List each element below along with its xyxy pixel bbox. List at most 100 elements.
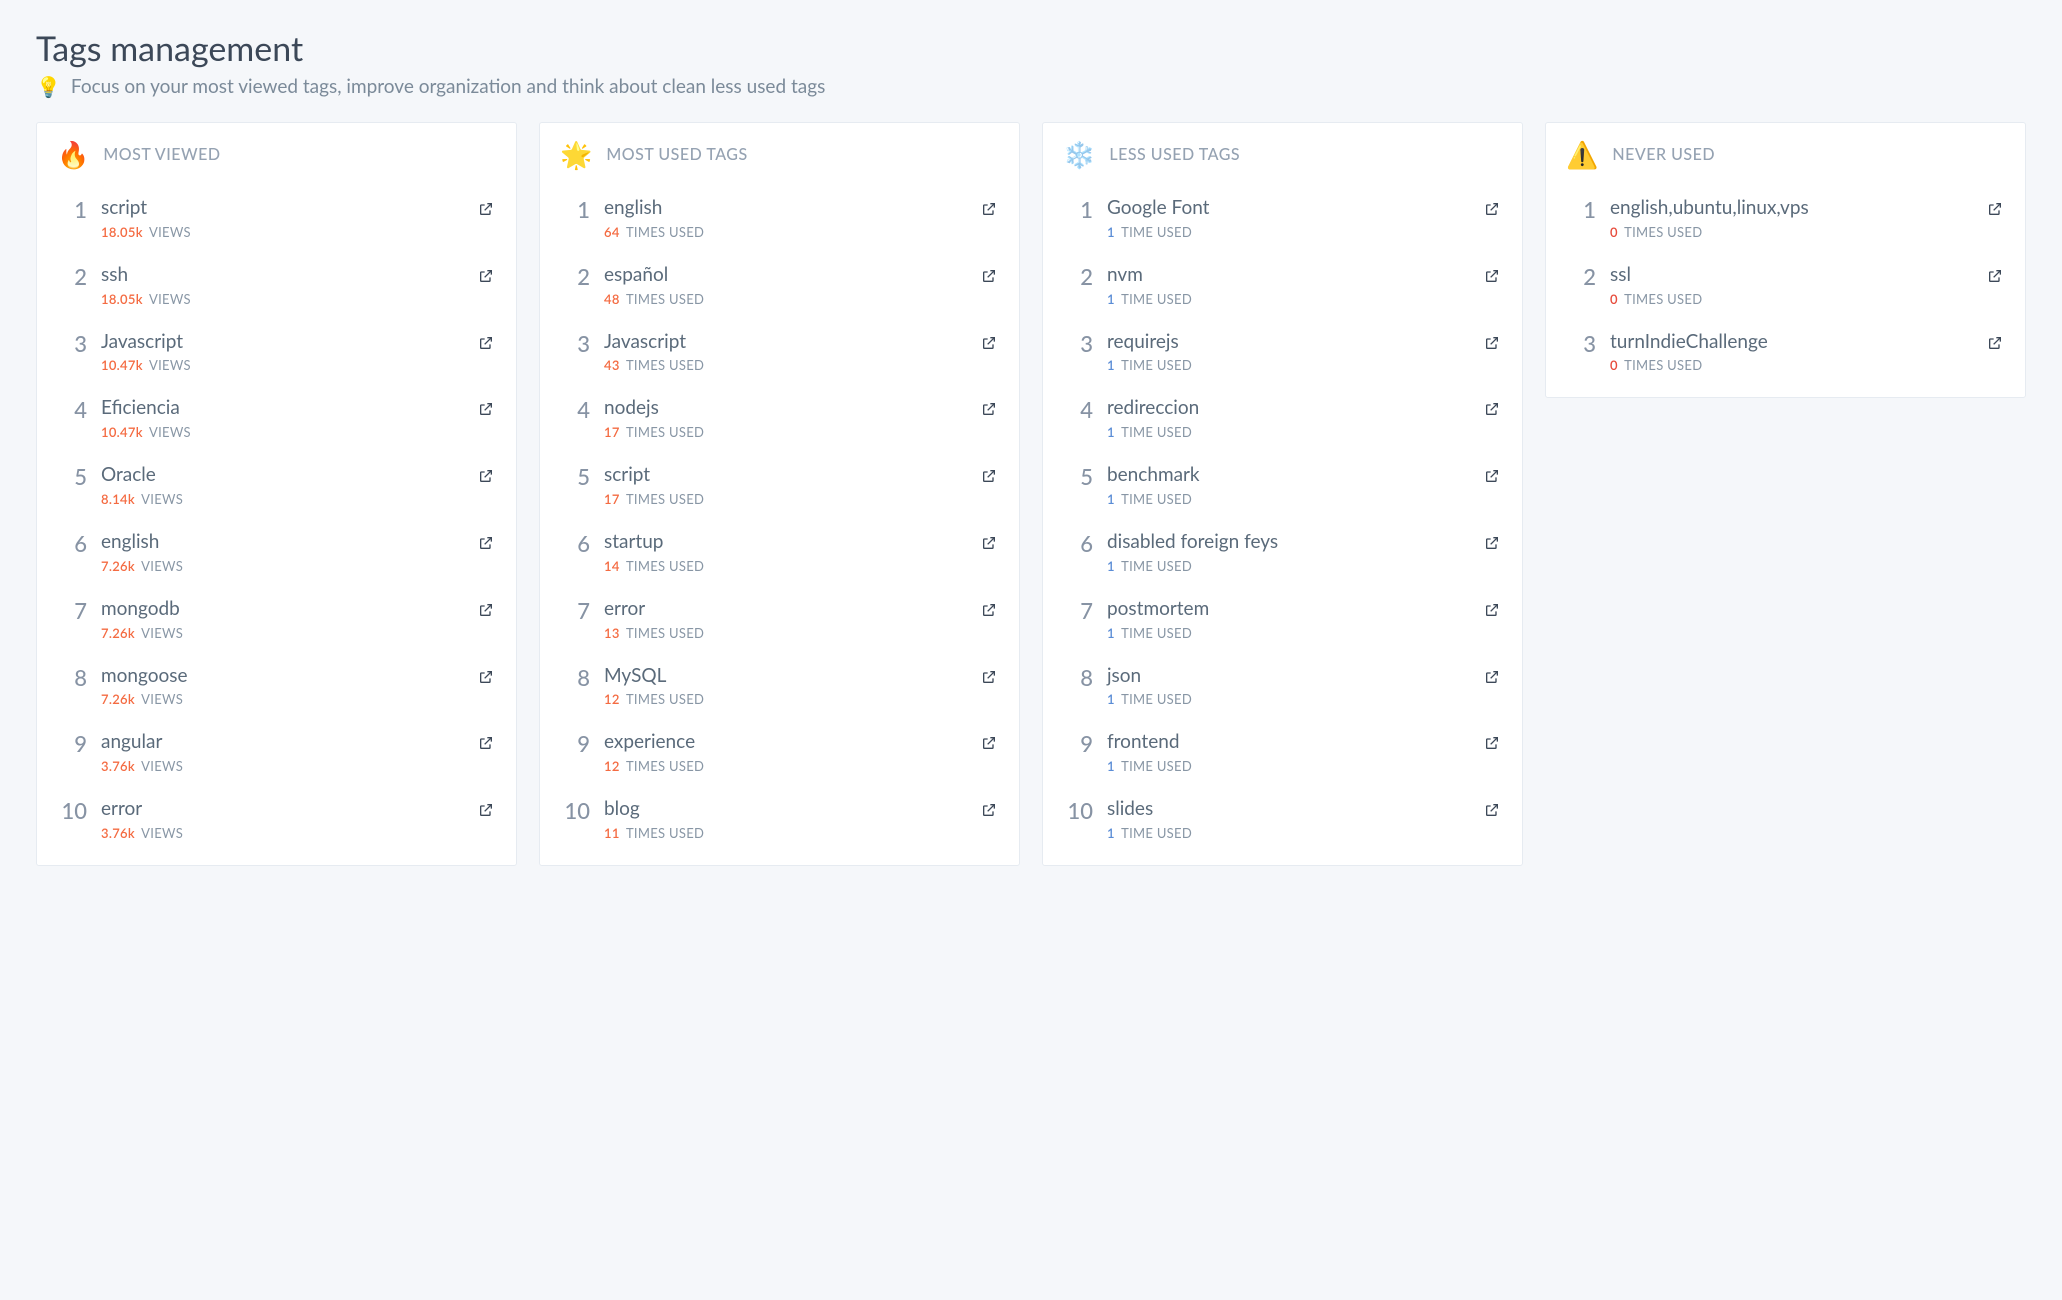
item-name[interactable]: script bbox=[604, 464, 965, 487]
item-name[interactable]: script bbox=[101, 197, 462, 220]
item-name[interactable]: slides bbox=[1107, 798, 1468, 821]
item-name[interactable]: blog bbox=[604, 798, 965, 821]
external-link-icon[interactable] bbox=[1482, 733, 1502, 753]
item-name[interactable]: frontend bbox=[1107, 731, 1468, 754]
item-name[interactable]: MySQL bbox=[604, 665, 965, 688]
item-name[interactable]: Oracle bbox=[101, 464, 462, 487]
item-meta: 18.05k VIEWS bbox=[101, 224, 462, 240]
external-link-icon[interactable] bbox=[1482, 600, 1502, 620]
item-name[interactable]: español bbox=[604, 264, 965, 287]
item-body: Javascript 43 TIMES USED bbox=[604, 331, 965, 374]
list-item: 3 Javascript 43 TIMES USED bbox=[560, 321, 999, 388]
external-link-icon[interactable] bbox=[476, 600, 496, 620]
external-link-icon[interactable] bbox=[1482, 199, 1502, 219]
external-link-icon[interactable] bbox=[979, 399, 999, 419]
item-body: startup14 TIMES USED bbox=[604, 531, 965, 574]
item-meta: 13 TIMES USED bbox=[604, 625, 965, 641]
item-name[interactable]: ssh bbox=[101, 264, 462, 287]
external-link-icon[interactable] bbox=[1482, 266, 1502, 286]
external-link-icon[interactable] bbox=[1482, 667, 1502, 687]
external-link-icon[interactable] bbox=[476, 333, 496, 353]
item-meta: 1 TIME USED bbox=[1107, 357, 1468, 373]
external-link-icon[interactable] bbox=[979, 800, 999, 820]
column-title: MOST USED TAGS bbox=[606, 145, 747, 164]
item-name[interactable]: Javascript bbox=[604, 331, 965, 354]
external-link-icon[interactable] bbox=[979, 333, 999, 353]
item-name[interactable]: experience bbox=[604, 731, 965, 754]
item-count: 7.26k bbox=[101, 558, 135, 574]
item-name[interactable]: mongoose bbox=[101, 665, 462, 688]
external-link-icon[interactable] bbox=[1985, 199, 2005, 219]
column-most-used: 🌟MOST USED TAGS1english64 TIMES USED2esp… bbox=[539, 122, 1020, 866]
item-name[interactable]: error bbox=[101, 798, 462, 821]
external-link-icon[interactable] bbox=[979, 266, 999, 286]
item-name[interactable]: benchmark bbox=[1107, 464, 1468, 487]
item-count: 64 bbox=[604, 224, 620, 240]
external-link-icon[interactable] bbox=[1482, 466, 1502, 486]
item-rank: 1 bbox=[1063, 197, 1093, 223]
external-link-icon[interactable] bbox=[476, 199, 496, 219]
external-link-icon[interactable] bbox=[1985, 266, 2005, 286]
item-name[interactable]: json bbox=[1107, 665, 1468, 688]
external-link-icon[interactable] bbox=[476, 466, 496, 486]
external-link-icon[interactable] bbox=[1985, 333, 2005, 353]
item-name[interactable]: nvm bbox=[1107, 264, 1468, 287]
item-meta: 1 TIME USED bbox=[1107, 424, 1468, 440]
external-link-icon[interactable] bbox=[979, 199, 999, 219]
less-used-icon: ❄️ bbox=[1063, 141, 1095, 167]
item-name[interactable]: Javascript bbox=[101, 331, 462, 354]
item-meta: 1 TIME USED bbox=[1107, 224, 1468, 240]
list-item: 10blog11 TIMES USED bbox=[560, 788, 999, 841]
item-name[interactable]: ssl bbox=[1610, 264, 1971, 287]
external-link-icon[interactable] bbox=[1482, 800, 1502, 820]
item-body: nodejs 17 TIMES USED bbox=[604, 397, 965, 440]
external-link-icon[interactable] bbox=[979, 667, 999, 687]
external-link-icon[interactable] bbox=[979, 733, 999, 753]
external-link-icon[interactable] bbox=[979, 533, 999, 553]
item-name[interactable]: turnIndieChallenge bbox=[1610, 331, 1971, 354]
item-name[interactable]: nodejs bbox=[604, 397, 965, 420]
item-name[interactable]: postmortem bbox=[1107, 598, 1468, 621]
external-link-icon[interactable] bbox=[1482, 399, 1502, 419]
external-link-icon[interactable] bbox=[476, 399, 496, 419]
external-link-icon[interactable] bbox=[476, 667, 496, 687]
external-link-icon[interactable] bbox=[1482, 333, 1502, 353]
item-name[interactable]: Eficiencia bbox=[101, 397, 462, 420]
item-meta: 43 TIMES USED bbox=[604, 357, 965, 373]
item-name[interactable]: mongodb bbox=[101, 598, 462, 621]
list-item: 7error13 TIMES USED bbox=[560, 588, 999, 655]
item-name[interactable]: disabled foreign feys bbox=[1107, 531, 1468, 554]
item-rank: 3 bbox=[1063, 331, 1093, 357]
item-body: json1 TIME USED bbox=[1107, 665, 1468, 708]
external-link-icon[interactable] bbox=[476, 266, 496, 286]
external-link-icon[interactable] bbox=[1482, 533, 1502, 553]
item-rank: 3 bbox=[560, 331, 590, 357]
list-item: 1script18.05k VIEWS bbox=[57, 187, 496, 254]
item-name[interactable]: english bbox=[604, 197, 965, 220]
item-name[interactable]: angular bbox=[101, 731, 462, 754]
item-meta: 0 TIMES USED bbox=[1610, 357, 1971, 373]
item-name[interactable]: english,ubuntu,linux,vps bbox=[1610, 197, 1971, 220]
item-meta: 12 TIMES USED bbox=[604, 691, 965, 707]
item-meta: 1 TIME USED bbox=[1107, 291, 1468, 307]
column-title: LESS USED TAGS bbox=[1109, 145, 1240, 164]
list-item: 5script17 TIMES USED bbox=[560, 454, 999, 521]
item-name[interactable]: startup bbox=[604, 531, 965, 554]
item-name[interactable]: Google Font bbox=[1107, 197, 1468, 220]
item-body: script17 TIMES USED bbox=[604, 464, 965, 507]
item-name[interactable]: error bbox=[604, 598, 965, 621]
external-link-icon[interactable] bbox=[979, 466, 999, 486]
item-name[interactable]: redireccion bbox=[1107, 397, 1468, 420]
item-suffix: VIEWS bbox=[141, 558, 183, 574]
item-count: 43 bbox=[604, 357, 620, 373]
item-meta: 17 TIMES USED bbox=[604, 424, 965, 440]
external-link-icon[interactable] bbox=[476, 800, 496, 820]
item-name[interactable]: requirejs bbox=[1107, 331, 1468, 354]
external-link-icon[interactable] bbox=[476, 533, 496, 553]
item-name[interactable]: english bbox=[101, 531, 462, 554]
external-link-icon[interactable] bbox=[979, 600, 999, 620]
external-link-icon[interactable] bbox=[476, 733, 496, 753]
most-used-icon: 🌟 bbox=[560, 141, 592, 167]
item-count: 8.14k bbox=[101, 491, 135, 507]
item-body: Javascript10.47k VIEWS bbox=[101, 331, 462, 374]
